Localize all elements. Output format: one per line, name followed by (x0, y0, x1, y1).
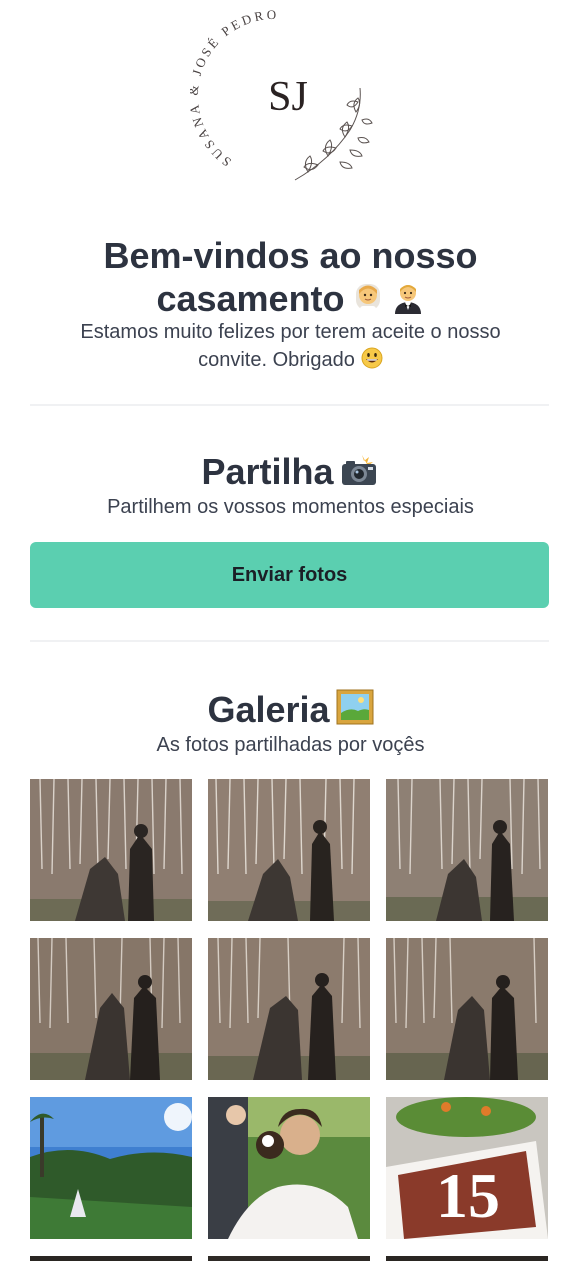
gallery-photo[interactable] (386, 779, 548, 921)
gallery-photo[interactable] (208, 1256, 370, 1261)
gallery-photo[interactable] (30, 1097, 192, 1239)
gallery-photo[interactable] (30, 779, 192, 921)
welcome-title-line2: casamento (156, 278, 345, 319)
wedding-monogram-logo: SUSANA & JOSÉ PEDRO SJ (186, 7, 390, 195)
section-divider (30, 640, 549, 642)
gallery-photo[interactable] (30, 1256, 192, 1261)
share-title-text: Partilha (201, 451, 334, 492)
bride-emoji-icon (351, 280, 385, 323)
upload-photos-button[interactable]: Enviar fotos (30, 542, 549, 608)
welcome-subtitle-line2: convite. Obrigado (198, 349, 355, 371)
welcome-subtitle: Estamos muito felizes por terem aceite o… (50, 318, 531, 377)
groom-emoji-icon (391, 280, 425, 323)
gallery-subtitle: As fotos partilhadas por voçês (156, 734, 425, 756)
share-subtitle: Partilhem os vossos momentos especiais (107, 496, 474, 518)
gallery-photo[interactable]: 15 (386, 1097, 548, 1239)
svg-text:15: 15 (436, 1160, 500, 1231)
welcome-title: Bem-vindos ao nosso casamento (30, 234, 551, 323)
framed-picture-emoji-icon (336, 689, 374, 735)
smile-emoji-icon (361, 347, 383, 377)
gallery-photo[interactable] (208, 938, 370, 1080)
gallery-title: Galeria (30, 688, 551, 735)
gallery-photo[interactable] (208, 1097, 370, 1239)
gallery-photo[interactable] (208, 779, 370, 921)
welcome-subtitle-line1: Estamos muito felizes por terem aceite o… (80, 321, 501, 343)
section-divider (30, 404, 549, 406)
camera-flash-emoji-icon (340, 453, 380, 497)
gallery-photo[interactable] (386, 1256, 548, 1261)
gallery-photo[interactable] (30, 938, 192, 1080)
gallery-photo[interactable] (386, 938, 548, 1080)
share-title: Partilha (30, 450, 551, 497)
svg-text:SUSANA & JOSÉ PEDRO: SUSANA & JOSÉ PEDRO (190, 10, 279, 170)
welcome-title-line1: Bem-vindos ao nosso (103, 235, 478, 276)
logo-initials: SJ (268, 74, 308, 120)
logo-names: SUSANA & JOSÉ PEDRO (190, 10, 279, 170)
gallery-title-text: Galeria (207, 689, 330, 730)
